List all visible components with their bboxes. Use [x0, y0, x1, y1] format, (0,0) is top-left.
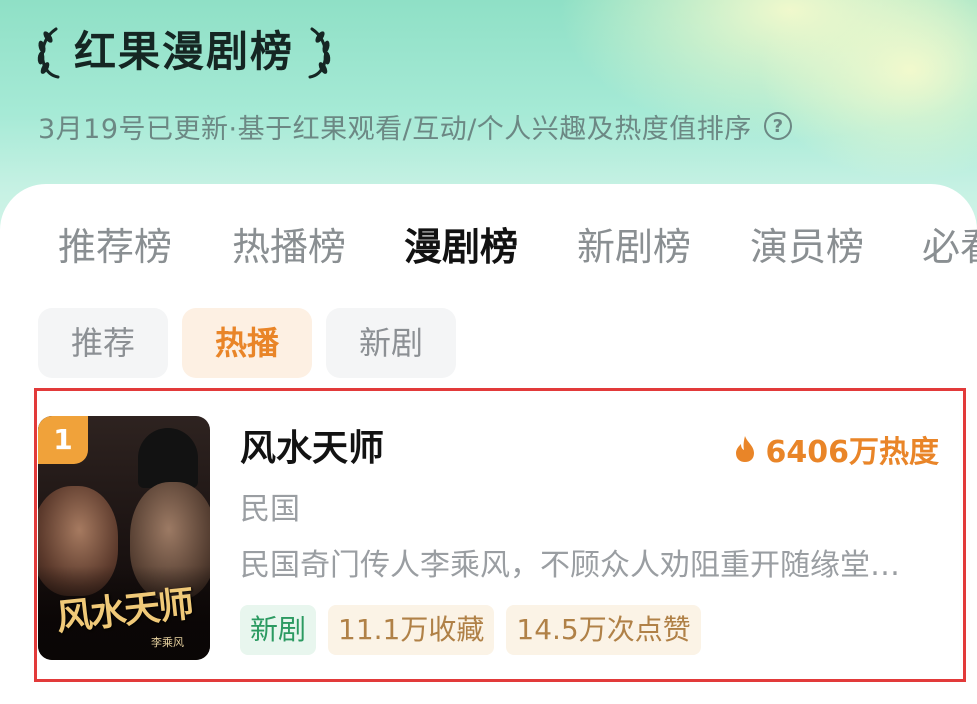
- drama-title[interactable]: 风水天师: [240, 424, 384, 474]
- tab-must-watch[interactable]: 必看: [922, 214, 977, 280]
- tag-likes: 14.5万次点赞: [506, 605, 701, 655]
- ranking-tabs: 推荐榜 热播榜 漫剧榜 新剧榜 演员榜 必看: [0, 214, 977, 280]
- poster-hat: [138, 428, 198, 488]
- heat-indicator: 6406万热度: [734, 426, 940, 472]
- update-subtitle: 3月19号已更新·基于红果观看/互动/个人兴趣及热度值排序: [38, 113, 752, 145]
- tab-recommend[interactable]: 推荐榜: [58, 214, 172, 280]
- page-title: 红果漫剧榜: [74, 27, 295, 76]
- drama-poster[interactable]: 风水天师 李乘风 1: [38, 416, 210, 660]
- subtitle-row: 3月19号已更新·基于红果观看/互动/个人兴趣及热度值排序 ?: [38, 104, 792, 148]
- tab-new[interactable]: 新剧榜: [577, 214, 691, 280]
- drama-tags: 新剧 11.1万收藏 14.5万次点赞: [240, 605, 713, 655]
- laurel-left-icon: [37, 27, 60, 79]
- tab-hot[interactable]: 热播榜: [232, 214, 346, 280]
- tag-new: 新剧: [240, 605, 317, 655]
- chip-recommend[interactable]: 推荐: [38, 308, 169, 378]
- chip-hot[interactable]: 热播: [182, 308, 313, 378]
- question-circle-icon[interactable]: ?: [763, 112, 792, 140]
- tab-actors[interactable]: 演员榜: [750, 214, 864, 280]
- tag-favorites: 11.1万收藏: [328, 605, 495, 655]
- drama-description: 民国奇门传人李乘风，不顾众人劝阻重开随缘堂…: [240, 548, 900, 583]
- title-row: 红果漫剧榜: [34, 20, 334, 84]
- banner-glow: [760, 0, 977, 180]
- genre-label: 民国: [240, 492, 300, 527]
- tab-manju[interactable]: 漫剧榜: [404, 214, 518, 280]
- chip-new[interactable]: 新剧: [326, 308, 457, 378]
- flame-icon: [735, 436, 754, 462]
- laurel-right-icon: [308, 27, 331, 79]
- poster-subtitle: 李乘风: [151, 636, 184, 649]
- heat-value: 6406万热度: [765, 435, 940, 470]
- rank-badge: 1: [38, 416, 88, 464]
- filter-chips: 推荐 热播 新剧: [38, 308, 470, 378]
